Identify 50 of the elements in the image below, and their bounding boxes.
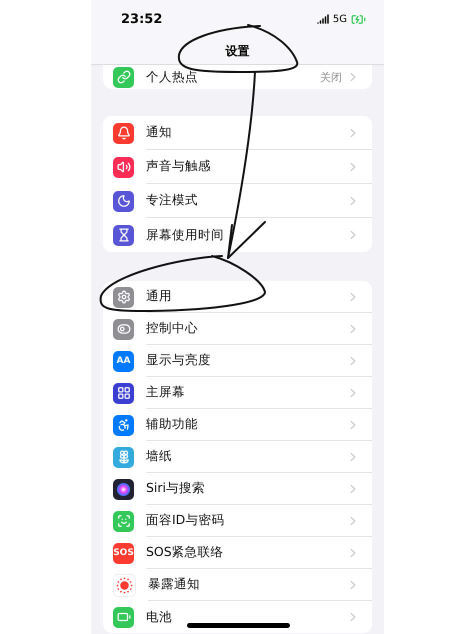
toggle-icon: [116, 322, 130, 336]
settings-row[interactable]: AA 显示与亮度: [103, 345, 372, 377]
face-icon: [116, 514, 130, 528]
row-label: 声音与触感: [146, 158, 211, 175]
row-label: 面容ID与密码: [146, 512, 224, 529]
settings-row[interactable]: 声音与触感: [103, 150, 372, 184]
settings-row[interactable]: 个人热点 关闭: [103, 65, 372, 89]
settings-row[interactable]: 通用: [103, 281, 372, 313]
settings-row[interactable]: 通知: [103, 116, 372, 150]
settings-row[interactable]: Siri与搜索: [103, 473, 372, 505]
row-label: 控制中心: [146, 320, 198, 337]
row-label: 屏幕使用时间: [146, 226, 224, 244]
row-label: 显示与亮度: [146, 352, 211, 369]
row-label: 墙纸: [146, 448, 172, 465]
icon-label: SOS: [113, 548, 134, 558]
settings-row[interactable]: 主屏幕: [103, 377, 372, 409]
settings-row[interactable]: 专注模式: [103, 184, 372, 218]
row-label: 主屏幕: [146, 384, 185, 401]
settings-row[interactable]: 暴露通知: [103, 569, 372, 601]
settings-icon: [116, 290, 130, 304]
row-label: 通知: [146, 124, 172, 141]
accessibility-icon: [116, 418, 130, 432]
row-label: Siri与搜索: [146, 480, 206, 497]
row-label: 个人热点: [146, 68, 198, 86]
grid-icon: [116, 386, 130, 400]
flower-icon: [116, 450, 130, 464]
settings-row[interactable]: 面容ID与密码: [103, 505, 372, 537]
signal-icon: [316, 13, 329, 25]
speaker-icon: [116, 160, 130, 174]
link-icon: [116, 70, 130, 84]
status-time: 23:52: [121, 12, 162, 26]
icon-label: AA: [116, 356, 130, 366]
page-title: 设置: [226, 42, 250, 60]
settings-row[interactable]: SOS SOS紧急联络: [103, 537, 372, 569]
hourglass-icon: [116, 228, 130, 242]
row-label: 暴露通知: [148, 576, 200, 593]
battery-icon: [116, 610, 130, 624]
bell-icon: [116, 126, 130, 140]
row-label: SOS紧急联络: [146, 544, 224, 561]
moon-icon: [116, 194, 130, 208]
row-label: 通用: [146, 288, 172, 305]
network-type: 5G: [332, 14, 347, 24]
settings-row[interactable]: 墙纸: [103, 441, 372, 473]
row-label: 电池: [146, 608, 172, 626]
settings-row[interactable]: 辅助功能: [103, 409, 372, 441]
row-label: 专注模式: [146, 192, 198, 209]
row-value: 关闭: [320, 70, 342, 84]
settings-row[interactable]: 控制中心: [103, 313, 372, 345]
row-label: 辅助功能: [146, 416, 198, 433]
settings-row[interactable]: 屏幕使用时间: [103, 218, 372, 252]
